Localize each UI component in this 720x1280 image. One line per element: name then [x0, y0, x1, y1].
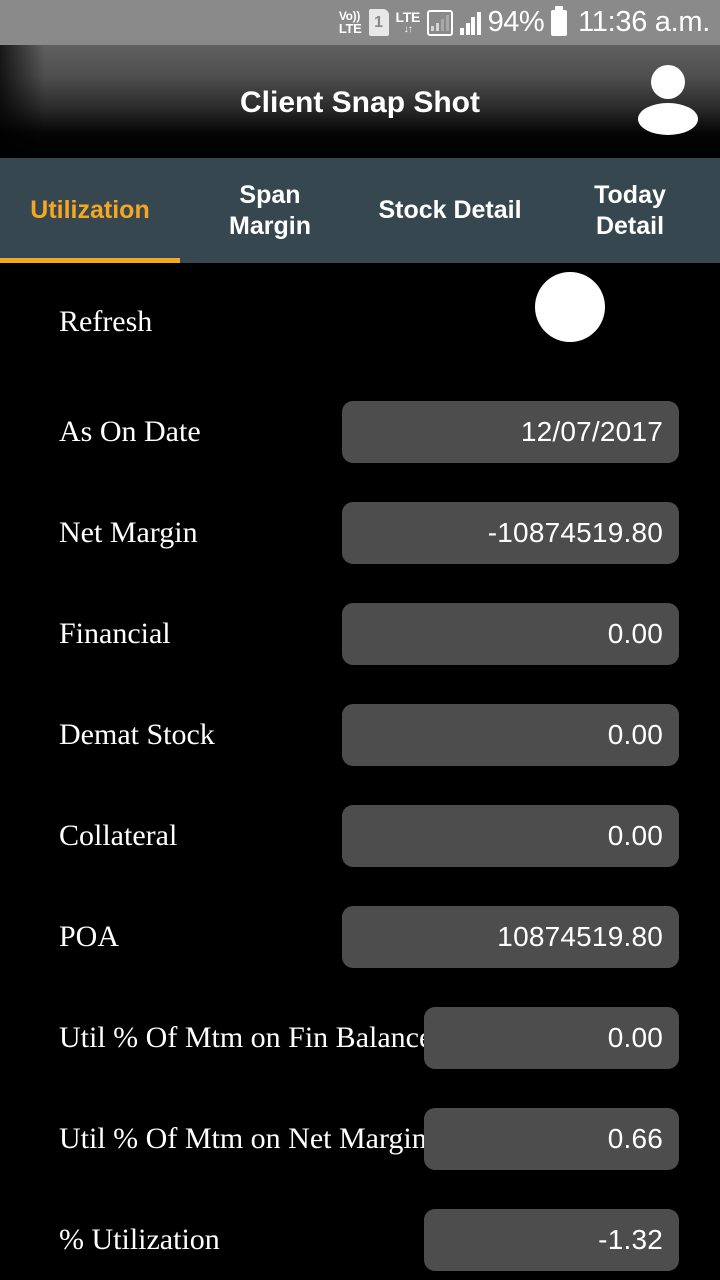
row-pct-utilization: % Utilization -1.32 [0, 1189, 720, 1280]
demat-stock-field[interactable]: 0.00 [342, 703, 679, 766]
sim-card-icon: 1 [368, 9, 389, 36]
row-label: Financial [59, 616, 171, 650]
toggle-knob [535, 272, 605, 342]
row-label: Net Margin [59, 515, 198, 549]
tab-utilization[interactable]: Utilization [0, 158, 180, 263]
page-title: Client Snap Shot [240, 86, 480, 119]
tab-stock-detail[interactable]: Stock Detail [360, 158, 540, 263]
tab-bar: Utilization Span Margin Stock Detail Toda… [0, 158, 720, 263]
field-value: -1.32 [598, 1223, 663, 1255]
field-value: 0.00 [607, 1021, 663, 1053]
field-value: 10874519.80 [497, 920, 663, 952]
row-label: Collateral [59, 818, 178, 852]
app-bar: Client Snap Shot [0, 45, 720, 158]
person-icon[interactable] [638, 65, 698, 135]
util-mtm-net-margin-field[interactable]: 0.66 [424, 1107, 679, 1170]
clock-label: 11:36 a.m. [578, 6, 710, 38]
pct-utilization-field[interactable]: -1.32 [424, 1208, 679, 1271]
volte-icon: Vo)) LTE [339, 10, 362, 35]
row-label: POA [59, 919, 120, 953]
row-util-pct-mtm-net-margin: Util % Of Mtm on Net Margin 0.66 [0, 1088, 720, 1189]
tab-label: Utilization [30, 196, 150, 225]
battery-percent-label: 94% [487, 6, 545, 38]
lte-data-icon: LTE ↓↑ [396, 10, 421, 35]
tab-label: Today Detail [594, 181, 666, 240]
row-net-margin: Net Margin -10874519.80 [0, 482, 720, 583]
financial-field[interactable]: 0.00 [342, 602, 679, 665]
app-root: Vo)) LTE 1 LTE ↓↑ 94% 11:36 a.m. Client … [0, 0, 720, 1280]
as-on-date-field[interactable]: 12/07/2017 [342, 400, 679, 463]
row-label: Util % Of Mtm on Fin Balance [59, 1020, 433, 1054]
status-bar: Vo)) LTE 1 LTE ↓↑ 94% 11:36 a.m. [0, 0, 720, 45]
row-collateral: Collateral 0.00 [0, 785, 720, 886]
row-util-pct-mtm-fin-balance: Util % Of Mtm on Fin Balance 0.00 [0, 987, 720, 1088]
lte-label: LTE [395, 9, 421, 25]
collateral-field[interactable]: 0.00 [342, 804, 679, 867]
field-value: 0.00 [607, 819, 663, 851]
field-value: 12/07/2017 [520, 415, 663, 447]
signal-strength-boxed-icon [427, 9, 454, 36]
row-label: Demat Stock [59, 717, 215, 751]
row-label: As On Date [59, 414, 201, 448]
net-margin-field[interactable]: -10874519.80 [342, 501, 679, 564]
tab-label: Span Margin [229, 181, 311, 240]
row-financial: Financial 0.00 [0, 583, 720, 684]
row-label: % Utilization [59, 1222, 220, 1256]
row-label: Util % Of Mtm on Net Margin [59, 1121, 427, 1155]
row-refresh: Refresh [0, 271, 720, 372]
row-poa: POA 10874519.80 [0, 886, 720, 987]
tab-label: Stock Detail [378, 196, 522, 225]
field-value: 0.00 [607, 718, 663, 750]
row-label: Refresh [59, 304, 153, 338]
row-demat-stock: Demat Stock 0.00 [0, 684, 720, 785]
field-value: -10874519.80 [487, 516, 663, 548]
field-value: 0.66 [607, 1122, 663, 1154]
poa-field[interactable]: 10874519.80 [342, 905, 679, 968]
utilization-form: Refresh As On Date 12/07/2017 Net Margin… [0, 263, 720, 1280]
battery-icon [551, 5, 568, 36]
row-as-on-date: As On Date 12/07/2017 [0, 381, 720, 482]
tab-span-margin[interactable]: Span Margin [180, 158, 360, 263]
volte-bottom-label: LTE [338, 21, 362, 36]
tab-today-detail[interactable]: Today Detail [540, 158, 720, 263]
signal-strength-icon [460, 11, 481, 35]
field-value: 0.00 [607, 617, 663, 649]
data-arrows-icon: ↓↑ [403, 24, 413, 35]
util-mtm-fin-balance-field[interactable]: 0.00 [424, 1006, 679, 1069]
